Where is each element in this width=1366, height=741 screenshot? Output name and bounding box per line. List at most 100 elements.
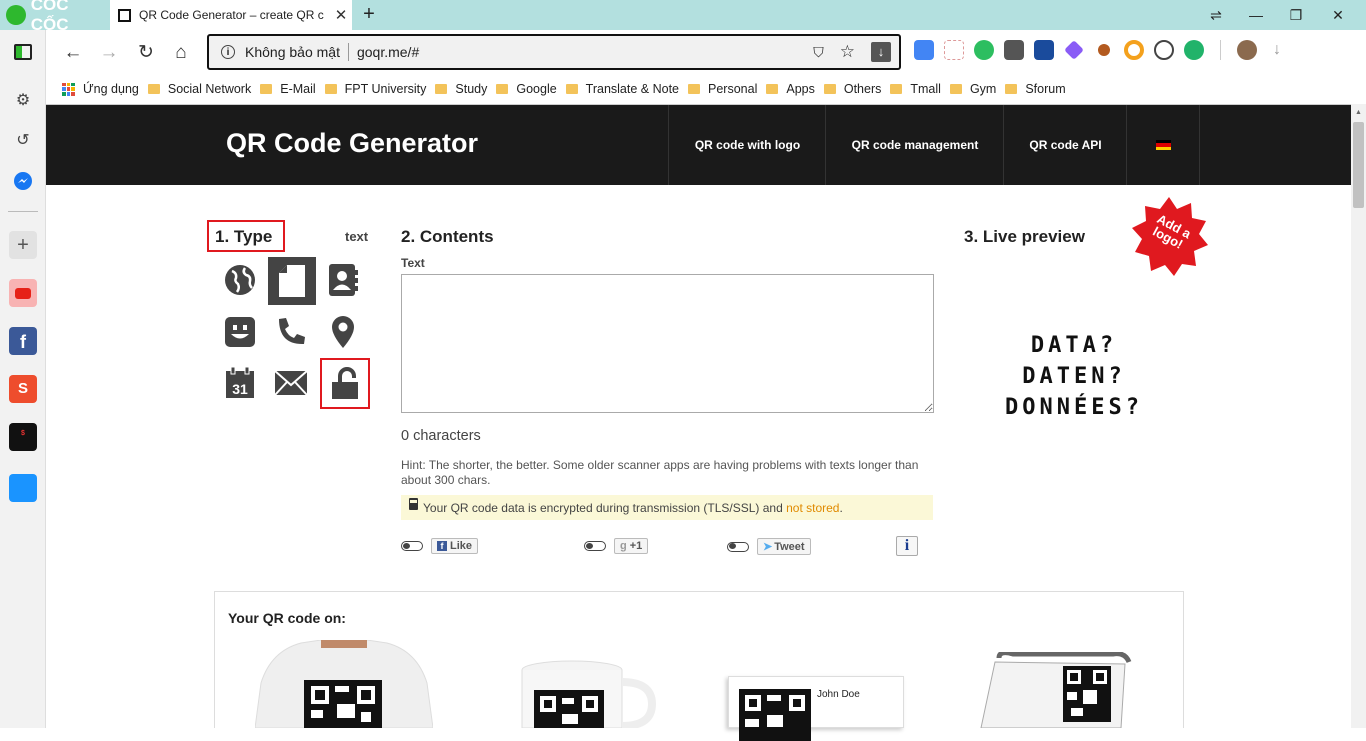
url-text[interactable]: goqr.me/#	[357, 44, 419, 60]
bookmark-folder[interactable]: Translate & Note	[565, 82, 679, 96]
facebook-icon[interactable]: f	[9, 327, 37, 355]
window-switch-button[interactable]: ⇌	[1196, 0, 1236, 30]
address-bar[interactable]: i Không bảo mật goqr.me/# ⛉ ☆ ↓	[207, 34, 901, 70]
download-icon[interactable]: ↓	[871, 42, 891, 62]
translate-extension-icon[interactable]	[914, 40, 934, 60]
url-type-globe-icon[interactable]	[217, 257, 263, 303]
google-small-icon: g	[620, 540, 627, 552]
extension-ring-icon[interactable]	[1124, 40, 1144, 60]
close-window-button[interactable]: ✕	[1318, 0, 1358, 30]
facebook-like-button[interactable]: f Like	[431, 538, 479, 554]
tab-close-button[interactable]: ✕	[330, 6, 352, 24]
bookmark-folder[interactable]: Others	[823, 82, 881, 96]
history-icon[interactable]: ↺	[12, 130, 34, 152]
profile-avatar[interactable]	[1237, 40, 1257, 60]
scroll-up-arrow-icon[interactable]: ▲	[1355, 109, 1362, 116]
downloads-icon[interactable]: ↓	[1267, 40, 1287, 60]
bookmark-apps[interactable]: Ứng dụng	[62, 82, 139, 96]
google-plus-toggle[interactable]	[584, 541, 606, 551]
black-friday-icon[interactable]: $	[9, 423, 37, 451]
shopee-icon[interactable]: S	[9, 375, 37, 403]
email-type-envelope-icon[interactable]	[268, 360, 314, 406]
evernote-icon[interactable]	[974, 40, 994, 60]
browser-tab[interactable]: QR Code Generator – create QR c ✕	[110, 0, 352, 30]
extension-d-icon[interactable]	[1184, 40, 1204, 60]
extension-figure-icon[interactable]	[944, 40, 964, 60]
facebook-toggle[interactable]	[401, 541, 423, 551]
browser-brand[interactable]: CỐC CỐC	[0, 0, 110, 34]
add-app-button[interactable]: +	[9, 231, 37, 259]
messenger-bag-image	[980, 650, 1132, 729]
event-type-calendar-icon[interactable]: 31	[217, 360, 263, 406]
sidebar-toggle-icon[interactable]	[14, 44, 32, 60]
language-switch[interactable]	[1126, 105, 1200, 185]
youtube-icon[interactable]	[9, 279, 37, 307]
folder-icon	[890, 84, 903, 94]
tshirt-image	[254, 639, 434, 729]
bookmark-folder[interactable]: Google	[496, 82, 557, 96]
extension-check-icon[interactable]	[1064, 40, 1084, 60]
bookmark-folder[interactable]: Tmall	[890, 82, 941, 96]
folder-icon	[688, 84, 701, 94]
back-button[interactable]: ←	[60, 40, 86, 66]
nav-qr-with-logo[interactable]: QR code with logo	[668, 105, 826, 185]
nav-qr-management[interactable]: QR code management	[825, 105, 1004, 185]
type-heading: 1. Type	[215, 227, 273, 246]
minimize-button[interactable]: —	[1236, 0, 1276, 30]
messenger-icon[interactable]	[12, 171, 34, 193]
bookmark-label: Ứng dụng	[83, 82, 139, 96]
encryption-notice: Your QR code data is encrypted during tr…	[401, 495, 933, 520]
new-tab-button[interactable]: +	[358, 2, 380, 26]
bookmark-folder[interactable]: Social Network	[147, 82, 251, 96]
not-stored-link[interactable]: not stored	[786, 501, 839, 515]
bookmark-folder[interactable]: E-Mail	[260, 82, 316, 96]
location-type-pin-icon[interactable]	[320, 309, 366, 355]
info-button[interactable]: i	[896, 536, 918, 556]
wifi-type-unlock-icon[interactable]	[322, 360, 368, 406]
extension-gauge-icon[interactable]	[1154, 40, 1174, 60]
extension-dot-icon[interactable]	[1098, 44, 1110, 56]
forward-button[interactable]: →	[96, 40, 122, 66]
nav-qr-api[interactable]: QR code API	[1003, 105, 1127, 185]
bookmark-star-icon[interactable]: ☆	[840, 42, 855, 62]
extension-j-icon[interactable]	[1034, 40, 1054, 60]
encryption-text: Your QR code data is encrypted during tr…	[423, 500, 783, 515]
sms-type-smiley-icon[interactable]	[217, 309, 263, 355]
add-logo-badge[interactable]: Add a logo!	[1128, 195, 1210, 277]
twitter-toggle[interactable]	[727, 541, 749, 552]
info-icon[interactable]: i	[221, 45, 235, 59]
bookmark-folder[interactable]: FPT University	[324, 82, 426, 96]
maximize-button[interactable]: ❐	[1276, 0, 1316, 30]
extension-shield-icon[interactable]	[1004, 40, 1024, 60]
security-status[interactable]: Không bảo mật	[245, 44, 340, 60]
text-type-document-icon[interactable]	[268, 257, 316, 305]
mug-product[interactable]	[516, 660, 658, 730]
google-plus-button[interactable]: g +1	[614, 538, 649, 554]
contents-heading: 2. Contents	[401, 227, 494, 246]
vcard-type-contact-icon[interactable]	[320, 257, 366, 303]
bookmark-label: Sforum	[1025, 82, 1066, 96]
bookmark-folder[interactable]: Sforum	[1005, 82, 1066, 96]
apps-grid-icon	[62, 82, 75, 96]
phone-type-icon[interactable]	[268, 309, 314, 355]
text-input[interactable]	[401, 274, 934, 413]
folder-icon	[823, 84, 836, 94]
reload-button[interactable]: ↻	[133, 40, 159, 66]
bookmark-folder[interactable]: Personal	[688, 82, 757, 96]
home-icon[interactable]: ⌂	[168, 40, 194, 66]
bookmark-folder[interactable]: Apps	[766, 82, 815, 96]
bookmark-label: Gym	[969, 82, 997, 96]
scrollbar-thumb[interactable]	[1353, 122, 1364, 208]
settings-icon[interactable]: ⚙	[12, 90, 34, 112]
tweet-button[interactable]: ➤ Tweet	[757, 538, 811, 555]
shield-icon[interactable]: ⛉	[813, 44, 824, 61]
bag-product[interactable]	[975, 650, 1135, 729]
tshirt-product[interactable]	[254, 639, 434, 729]
toolbar-divider	[1220, 40, 1221, 60]
business-card-product[interactable]: John Doe	[728, 676, 904, 741]
bookmark-label: Personal	[708, 82, 758, 96]
tiki-icon[interactable]	[9, 474, 37, 502]
bookmark-folder[interactable]: Gym	[949, 82, 997, 96]
site-title[interactable]: QR Code Generator	[226, 128, 478, 159]
bookmark-folder[interactable]: Study	[435, 82, 487, 96]
